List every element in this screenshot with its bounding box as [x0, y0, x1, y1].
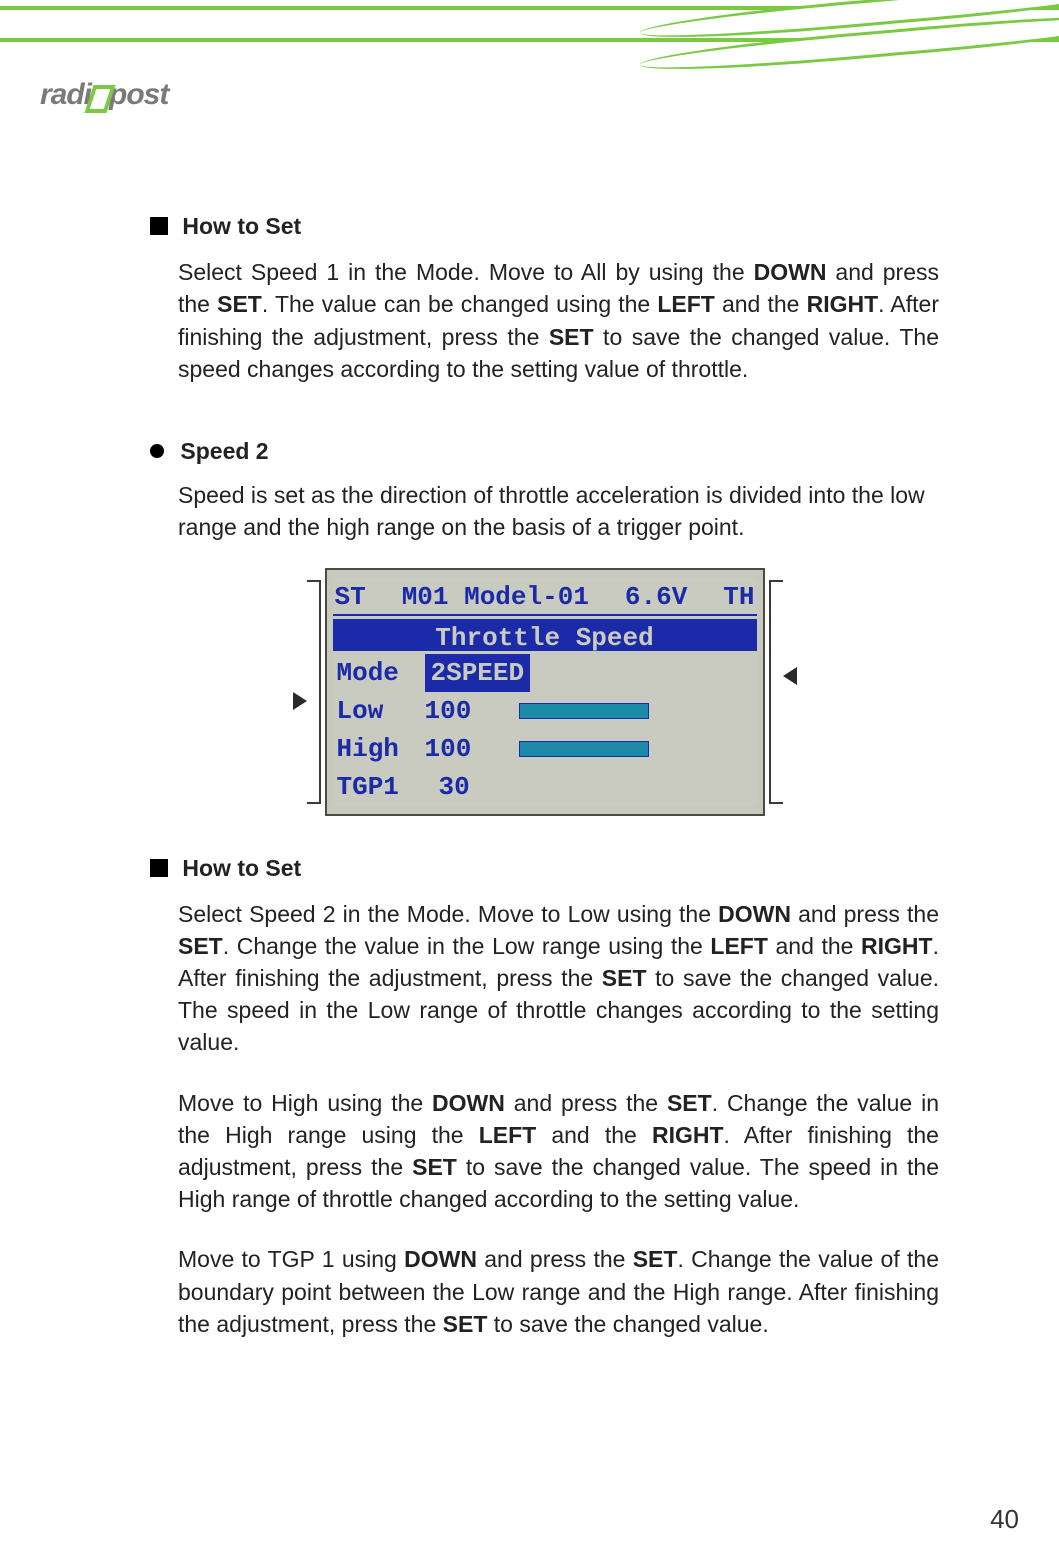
lcd-subtitle: Throttle Speed [333, 619, 757, 651]
section-title-text: How to Set [182, 213, 301, 239]
st-scale-icon [307, 580, 321, 804]
section2-para3: Move to TGP 1 using DOWN and press the S… [150, 1243, 939, 1340]
lcd-tgp-label: TGP1 [333, 768, 425, 806]
left-pointer-icon [293, 692, 307, 710]
lcd-low-label: Low [333, 692, 425, 730]
lcd-high-value: 100 [425, 730, 515, 768]
lcd-high-label: High [333, 730, 425, 768]
manual-page: radi post How to Set Select Speed 1 in t… [0, 0, 1059, 1555]
square-bullet-icon [150, 859, 168, 877]
page-content: How to Set Select Speed 1 in the Mode. M… [0, 70, 1059, 1340]
lcd-row-mode: Mode 2SPEED [333, 654, 757, 692]
lcd-row-high: High 100 [333, 730, 757, 768]
lcd-tgp-value: 30 [425, 768, 515, 806]
lcd-row-low: Low 100 [333, 692, 757, 730]
lcd-screenshot: ST M01 Model-01 6.6V TH Throttle Speed M… [325, 568, 765, 816]
lcd-row-tgp: TGP1 30 [333, 768, 757, 806]
right-pointer-icon [783, 667, 797, 685]
dot-bullet-icon [150, 444, 164, 458]
logo-text-right: post [109, 78, 168, 112]
logo-text-left: radi [40, 78, 91, 112]
th-scale-icon [769, 580, 783, 804]
section-how-to-set-2: How to Set [150, 852, 939, 884]
lcd-mode-label: Mode [333, 654, 425, 692]
brand-logo: radi post [40, 70, 260, 120]
lcd-low-value: 100 [425, 692, 515, 730]
lcd-hdr-th: TH [723, 578, 754, 614]
page-number: 40 [990, 1504, 1019, 1535]
speed2-description: Speed is set as the direction of throttl… [150, 479, 939, 543]
lcd-mode-value: 2SPEED [425, 654, 531, 692]
speed2-heading: Speed 2 [150, 435, 939, 467]
square-bullet-icon [150, 217, 168, 235]
lcd-subtitle-row: Throttle Speed [333, 616, 757, 654]
section2-title-text: How to Set [182, 855, 301, 881]
section-how-to-set-1: How to Set [150, 210, 939, 242]
lcd-hdr-st: ST [335, 578, 366, 614]
lcd-header-row: ST M01 Model-01 6.6V TH [333, 578, 757, 616]
speed2-title-text: Speed 2 [180, 438, 268, 464]
lcd-low-bar [515, 692, 757, 730]
section2-para1: Select Speed 2 in the Mode. Move to Low … [150, 898, 939, 1059]
section1-body: Select Speed 1 in the Mode. Move to All … [150, 256, 939, 385]
lcd-hdr-volt: 6.6V [625, 578, 687, 614]
header-stripes [0, 0, 1059, 70]
lcd-hdr-model: M01 Model-01 [402, 578, 589, 614]
lcd-high-bar [515, 730, 757, 768]
section2-para2: Move to High using the DOWN and press th… [150, 1087, 939, 1216]
